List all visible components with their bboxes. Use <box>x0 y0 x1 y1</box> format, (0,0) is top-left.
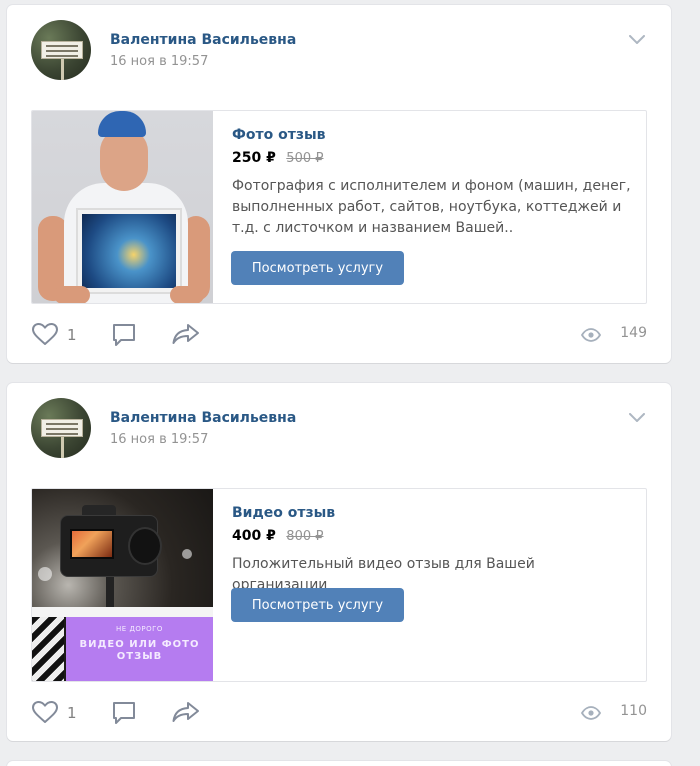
avatar[interactable] <box>31 20 91 80</box>
post-author-name[interactable]: Валентина Васильевна <box>110 32 296 48</box>
product-title[interactable]: Фото отзыв <box>232 127 634 143</box>
price-row: 400 ₽ 800 ₽ <box>232 528 634 544</box>
like-count: 1 <box>67 326 77 344</box>
chevron-down-icon[interactable] <box>629 413 645 423</box>
avatar[interactable] <box>31 398 91 458</box>
eye-icon <box>581 328 601 342</box>
product-price: 400 ₽ <box>232 528 276 544</box>
comment-icon[interactable] <box>111 700 137 726</box>
view-service-button[interactable]: Посмотреть услугу <box>231 588 404 622</box>
product-old-price: 800 ₽ <box>286 529 324 544</box>
share-icon[interactable] <box>171 322 201 346</box>
share-icon[interactable] <box>171 700 201 724</box>
product-image[interactable] <box>32 111 213 303</box>
product-old-price: 500 ₽ <box>286 151 324 166</box>
avatar-sign-graphic <box>41 419 83 437</box>
image-caption-panel: НЕ ДОРОГО ВИДЕО ИЛИ ФОТО ОТЗЫВ <box>66 617 213 681</box>
image-caption-big: ВИДЕО ИЛИ ФОТО ОТЗЫВ <box>79 639 200 662</box>
product-image[interactable]: НЕ ДОРОГО ВИДЕО ИЛИ ФОТО ОТЗЫВ <box>32 489 213 681</box>
product-description: Фотография с исполнителем и фоном (машин… <box>232 178 631 236</box>
post-actions: 1 110 <box>31 696 647 728</box>
like-count: 1 <box>67 704 77 722</box>
view-count: 149 <box>620 325 647 341</box>
post-author-name[interactable]: Валентина Васильевна <box>110 410 296 426</box>
product-card[interactable]: НЕ ДОРОГО ВИДЕО ИЛИ ФОТО ОТЗЫВ Видео отз… <box>31 488 647 682</box>
avatar-sign-graphic <box>41 41 83 59</box>
post-date[interactable]: 16 ноя в 19:57 <box>110 54 208 69</box>
price-row: 250 ₽ 500 ₽ <box>232 150 634 166</box>
wall-post <box>7 761 671 766</box>
heart-icon[interactable] <box>31 322 59 346</box>
view-service-button[interactable]: Посмотреть услугу <box>231 251 404 285</box>
product-title[interactable]: Видео отзыв <box>232 505 634 521</box>
post-actions: 1 149 <box>31 318 647 350</box>
wall-post: Валентина Васильевна 16 ноя в 19:57 НЕ Д… <box>7 383 671 741</box>
eye-icon <box>581 706 601 720</box>
product-price: 250 ₽ <box>232 150 276 166</box>
heart-icon[interactable] <box>31 700 59 724</box>
product-card[interactable]: Фото отзыв 250 ₽ 500 ₽ Фотография с испо… <box>31 110 647 304</box>
comment-icon[interactable] <box>111 322 137 348</box>
image-caption-small: НЕ ДОРОГО <box>116 625 163 633</box>
chevron-down-icon[interactable] <box>629 35 645 45</box>
view-count: 110 <box>620 703 647 719</box>
post-date[interactable]: 16 ноя в 19:57 <box>110 432 208 447</box>
wall-post: Валентина Васильевна 16 ноя в 19:57 Фото… <box>7 5 671 363</box>
